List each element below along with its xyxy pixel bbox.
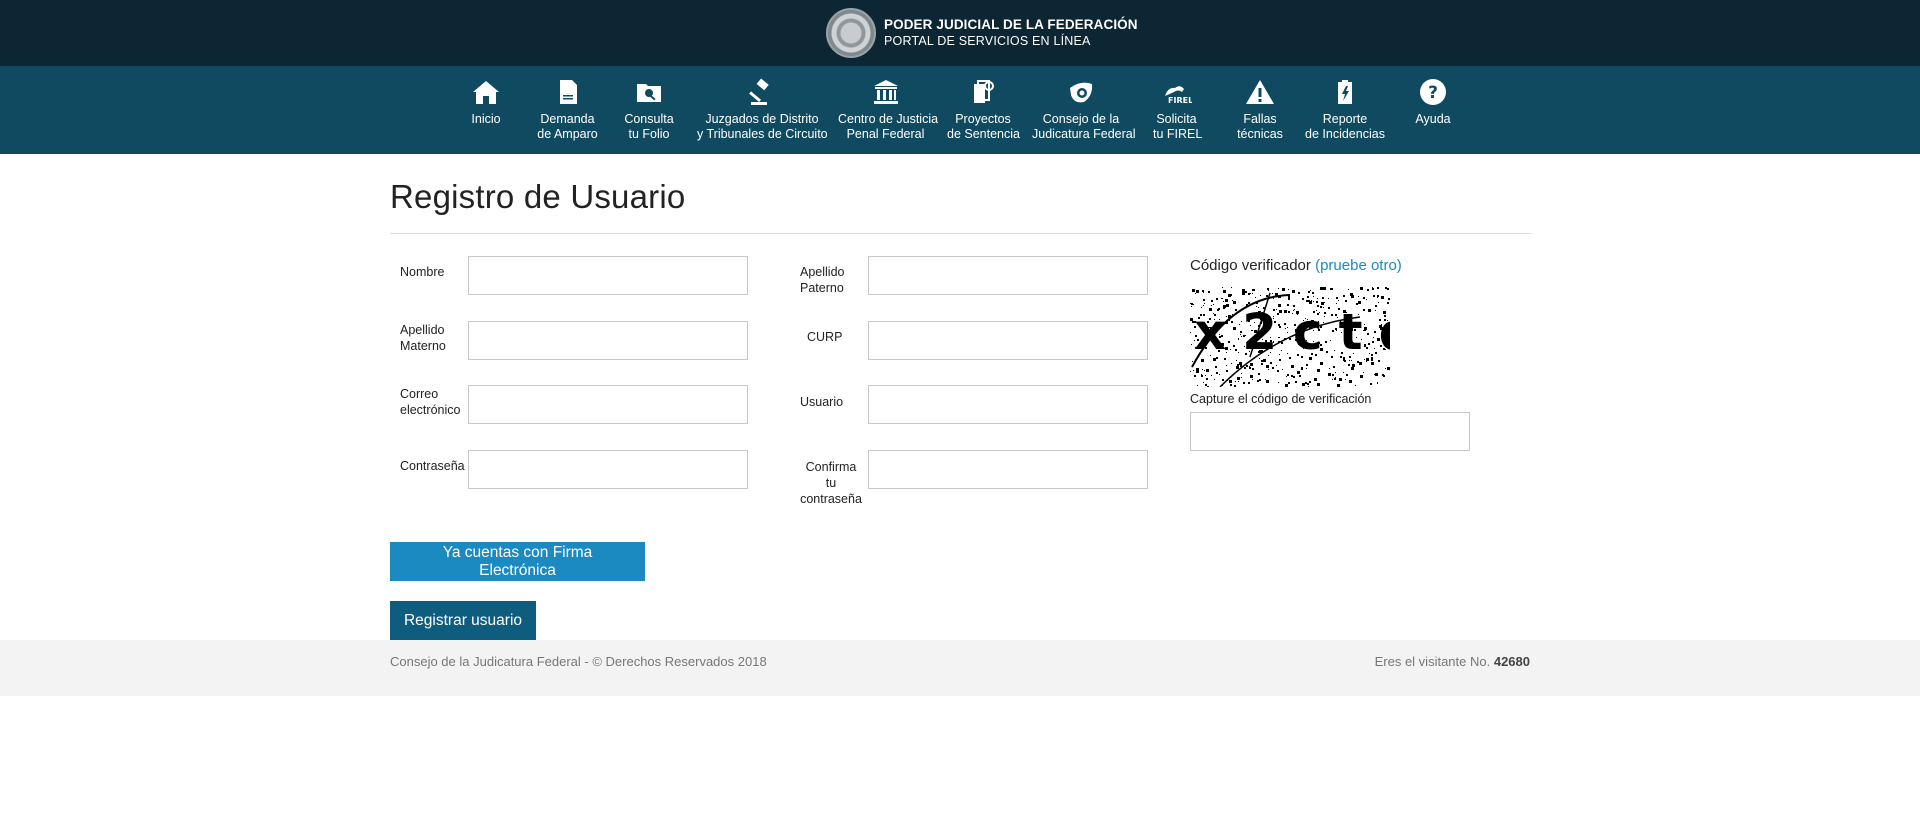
apellido-paterno-label-line1: Apellido (800, 265, 845, 279)
correo-label: Correo electrónico (400, 386, 460, 418)
nav-label: de Amparo (537, 127, 598, 141)
nav-label: técnicas (1237, 127, 1283, 141)
brand-subtitle: PORTAL DE SERVICIOS EN LÍNEA (884, 34, 1091, 48)
captcha-text: x2ctq (1194, 303, 1390, 361)
curp-label-text: CURP (807, 330, 843, 344)
nombre-field[interactable] (468, 256, 748, 295)
brand-text: PODER JUDICIAL DE LA FEDERACIÓN PORTAL D… (884, 17, 1138, 49)
main-nav: Inicio Demanda de Amparo Consulta tu Fol… (0, 66, 1920, 154)
nombre-label-text: Nombre (400, 265, 445, 279)
captcha-title-text: Código verificador (1190, 257, 1311, 274)
register-button[interactable]: Registrar usuario (390, 601, 536, 640)
usuario-label-text: Usuario (800, 395, 844, 409)
nav-item-inicio[interactable]: Inicio (466, 78, 506, 127)
council-logo-icon (1066, 78, 1096, 106)
contrasena-label-text: Contraseña (400, 459, 465, 473)
help-icon: ? (1418, 78, 1448, 106)
nav-item-reporte-incidencias[interactable]: Reporte de Incidencias (1305, 78, 1385, 142)
apellido-materno-label-line2: Materno (400, 339, 446, 353)
nav-item-ayuda[interactable]: ? Ayuda (1413, 78, 1453, 127)
nav-label: Solicita (1156, 112, 1197, 126)
password-field[interactable] (468, 450, 748, 489)
nav-item-fallas-tecnicas[interactable]: Fallas técnicas (1236, 78, 1284, 142)
curp-label: CURP (807, 329, 842, 345)
home-icon (471, 78, 501, 106)
nav-item-firel[interactable]: FIREL Solicita tu FIREL (1153, 78, 1203, 142)
nav-label: Ayuda (1415, 112, 1451, 126)
nombre-label: Nombre (400, 264, 444, 280)
contrasena-label: Contraseña (400, 458, 465, 474)
apellido-paterno-label-line2: Paterno (800, 281, 844, 295)
captcha-refresh-link[interactable]: (pruebe otro) (1315, 257, 1402, 274)
confirm-password-field[interactable] (868, 450, 1148, 489)
nav-label: Centro de Justicia (838, 112, 939, 126)
nav-label: tu Folio (628, 127, 670, 141)
captcha-image: x2ctq (1190, 287, 1390, 387)
confirma-label-line1: Confirma (805, 460, 857, 474)
visitor-label: Eres el visitante No. (1374, 654, 1491, 669)
correo-label-line2: electrónico (400, 403, 461, 417)
footer-copyright: Consejo de la Judicatura Federal - © Der… (390, 654, 767, 669)
captcha-noise: x2ctq (1190, 287, 1390, 387)
main-content: Registro de Usuario Nombre Apellido Mate… (0, 154, 1920, 640)
confirma-label-line2: tu (825, 476, 837, 490)
visitor-count: 42680 (1493, 654, 1530, 669)
nav-label: Judicatura Federal (1032, 127, 1136, 141)
apellido-materno-label-line1: Apellido (400, 323, 445, 337)
nav-label: Juzgados de Distrito (705, 112, 819, 126)
nav-label: Consulta (624, 112, 674, 126)
folder-search-icon (634, 78, 664, 106)
apellido-paterno-label: Apellido Paterno (800, 264, 844, 296)
apellido-materno-label: Apellido Materno (400, 322, 446, 354)
email-field[interactable] (468, 385, 748, 424)
apellido-materno-field[interactable] (468, 321, 748, 360)
divider (390, 233, 1531, 234)
national-seal-icon (826, 8, 876, 58)
nav-label: Fallas (1243, 112, 1277, 126)
gavel-icon (747, 78, 777, 106)
nav-label: tu FIREL (1153, 127, 1203, 141)
nav-item-proyectos-sentencia[interactable]: Proyectos de Sentencia (947, 78, 1020, 142)
confirma-label: Confirma tu contraseña (800, 459, 862, 507)
svg-text:?: ? (1428, 83, 1438, 103)
confirma-label-line3: contraseña (800, 492, 862, 506)
nav-item-consulta-folio[interactable]: Consulta tu Folio (623, 78, 675, 142)
clipboard-alert-icon (1330, 78, 1360, 106)
warning-icon (1245, 78, 1275, 106)
captcha-title: Código verificador (pruebe otro) (1190, 257, 1402, 274)
firel-icon: FIREL (1162, 78, 1193, 106)
curp-field[interactable] (868, 321, 1148, 360)
page-title: Registro de Usuario (390, 178, 686, 215)
nav-label: Reporte (1322, 112, 1368, 126)
correo-label-line1: Correo (400, 387, 439, 401)
nav-item-consejo[interactable]: Consejo de la Judicatura Federal (1032, 78, 1136, 142)
nav-label: y Tribunales de Circuito (697, 127, 828, 141)
brand-title: PODER JUDICIAL DE LA FEDERACIÓN (884, 17, 1138, 32)
nav-label: Demanda (540, 112, 595, 126)
nav-label: Consejo de la (1042, 112, 1120, 126)
nav-item-centro-justicia[interactable]: Centro de Justicia Penal Federal (838, 78, 939, 142)
nav-label: de Incidencias (1305, 127, 1385, 141)
document-icon (553, 78, 583, 106)
apellido-paterno-field[interactable] (868, 256, 1148, 295)
nav-item-demanda-amparo[interactable]: Demanda de Amparo (535, 78, 600, 142)
footer: Consejo de la Judicatura Federal - © Der… (0, 640, 1920, 696)
captcha-caption: Capture el código de verificación (1190, 392, 1372, 406)
documents-seal-icon (968, 78, 998, 106)
nav-label: Proyectos (955, 112, 1011, 126)
usuario-label: Usuario (800, 394, 843, 410)
firma-electronica-button[interactable]: Ya cuentas con Firma Electrónica (390, 542, 645, 581)
nav-label: Inicio (471, 112, 501, 126)
brand[interactable]: PODER JUDICIAL DE LA FEDERACIÓN PORTAL D… (826, 8, 1138, 58)
nav-item-juzgados[interactable]: Juzgados de Distrito y Tribunales de Cir… (697, 78, 828, 142)
top-header: PODER JUDICIAL DE LA FEDERACIÓN PORTAL D… (0, 0, 1920, 66)
captcha-input[interactable] (1190, 412, 1470, 451)
svg-text:FIREL: FIREL (1168, 96, 1192, 105)
courthouse-icon (871, 78, 901, 106)
visitor-counter: Eres el visitante No. 42680 (1375, 654, 1530, 669)
nav-label: Penal Federal (846, 127, 925, 141)
nav-label: de Sentencia (947, 127, 1020, 141)
username-field[interactable] (868, 385, 1148, 424)
